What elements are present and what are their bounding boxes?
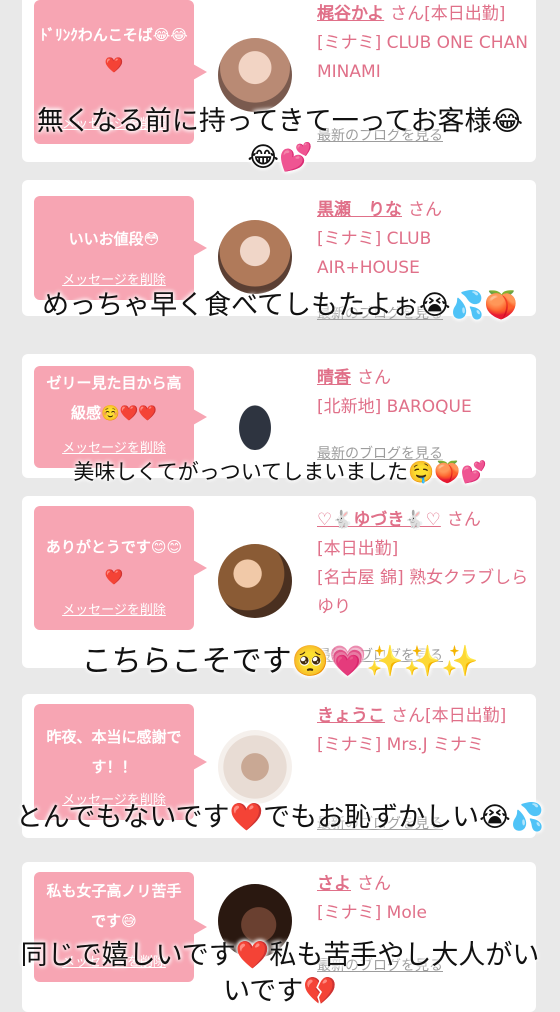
- profile-name-link[interactable]: 梶谷かよ: [317, 4, 384, 24]
- profile-info: ♡🐇ゆづき🐇♡ さん [本日出勤] [名古屋 錦] 熟女クラブしらゆり 最新のブロ…: [317, 506, 532, 664]
- profile-name-link[interactable]: 黒瀬 りな: [317, 200, 402, 220]
- message-text: ありがとうです😊😊❤️: [45, 538, 183, 586]
- honorific: さん: [391, 706, 425, 726]
- status-label: [本日出勤]: [424, 4, 506, 24]
- delete-message-link[interactable]: メッセージを削除: [34, 599, 194, 618]
- avatar[interactable]: [218, 220, 292, 294]
- avatar[interactable]: [218, 730, 292, 804]
- honorific: さん: [408, 200, 442, 220]
- bubble-tail: [193, 409, 207, 425]
- honorific: さん: [357, 874, 391, 894]
- overlay-caption: 美味しくてがっついてしまいました🤤🍑💕: [73, 460, 487, 484]
- bubble-tail: [193, 754, 207, 770]
- honorific: さん: [390, 4, 425, 24]
- profile-name-link[interactable]: さよ: [317, 874, 351, 894]
- profile-name-link[interactable]: ♡🐇ゆづき🐇♡: [317, 510, 441, 530]
- avatar[interactable]: [218, 376, 292, 450]
- overlay-caption: こちらこそです🥺💗✨✨✨: [81, 644, 479, 679]
- profile-name-link[interactable]: きょうこ: [317, 706, 385, 726]
- message-text: 私も女子高ノリ苦手です😅: [46, 882, 182, 930]
- profile-info: さよ さん [ミナミ] Mole 最新のブログを見る: [317, 870, 532, 974]
- profile-info: 黒瀬 りな さん [ミナミ] CLUB AIR+HOUSE 最新のブログを見る: [317, 196, 532, 322]
- avatar[interactable]: [218, 38, 292, 112]
- overlay-caption: 同じで嬉しいです❤️私も苦手やし大人がいいです💔: [20, 940, 540, 1007]
- message-card: ありがとうです😊😊❤️ メッセージを削除 ♡🐇ゆづき🐇♡ さん [本日出勤] [名…: [22, 496, 536, 668]
- profile-info: 梶谷かよ さん[本日出勤] [ミナミ] CLUB ONE CHAN MINAMI …: [317, 0, 532, 144]
- status-label: [本日出勤]: [425, 706, 507, 726]
- overlay-caption: めっちゃ早く食べてしもたよぉ😭💦🍑: [42, 290, 518, 321]
- message-bubble: ありがとうです😊😊❤️ メッセージを削除: [34, 506, 207, 630]
- delete-message-link[interactable]: メッセージを削除: [34, 269, 194, 288]
- shop-name: [ミナミ] CLUB AIR+HOUSE: [317, 229, 432, 278]
- overlay-caption: 無くなる前に持ってきて一ってお客様😂😂💕: [36, 106, 524, 173]
- honorific: さん: [446, 510, 481, 530]
- shop-name: [北新地] BAROQUE: [317, 397, 472, 417]
- message-text: いいお値段😳: [68, 230, 160, 248]
- shop-name: [名古屋 錦] 熟女クラブしらゆり: [317, 568, 529, 617]
- bubble-tail: [193, 560, 207, 576]
- bubble-tail: [193, 240, 207, 256]
- shop-name: [ミナミ] Mrs.J ミナミ: [317, 735, 485, 755]
- profile-info: 晴香 さん [北新地] BAROQUE 最新のブログを見る: [317, 364, 532, 462]
- message-bubble: ゼリー見た目から高級感☺️❤️❤️ メッセージを削除: [34, 366, 207, 468]
- profile-name-link[interactable]: 晴香: [317, 368, 351, 388]
- shop-name: [ミナミ] Mole: [317, 903, 427, 923]
- status-label: [本日出勤]: [317, 539, 399, 559]
- message-text: ゼリー見た目から高級感☺️❤️❤️: [46, 374, 182, 422]
- message-bubble: いいお値段😳 メッセージを削除: [34, 196, 207, 300]
- profile-info: きょうこ さん[本日出勤] [ミナミ] Mrs.J ミナミ 最新のブログを見る: [317, 702, 532, 832]
- message-text: 昨夜、本当に感謝です！！: [46, 728, 182, 776]
- overlay-caption: とんでもないです❤️でもお恥ずかしい😭💦: [15, 802, 545, 833]
- bubble-tail: [193, 64, 207, 80]
- avatar[interactable]: [218, 544, 292, 618]
- message-text: ﾄﾞﾘﾝｸわんこそば😂😂❤️: [40, 26, 188, 74]
- bubble-tail: [193, 919, 207, 935]
- shop-name: [ミナミ] CLUB ONE CHAN MINAMI: [317, 33, 528, 82]
- honorific: さん: [357, 368, 391, 388]
